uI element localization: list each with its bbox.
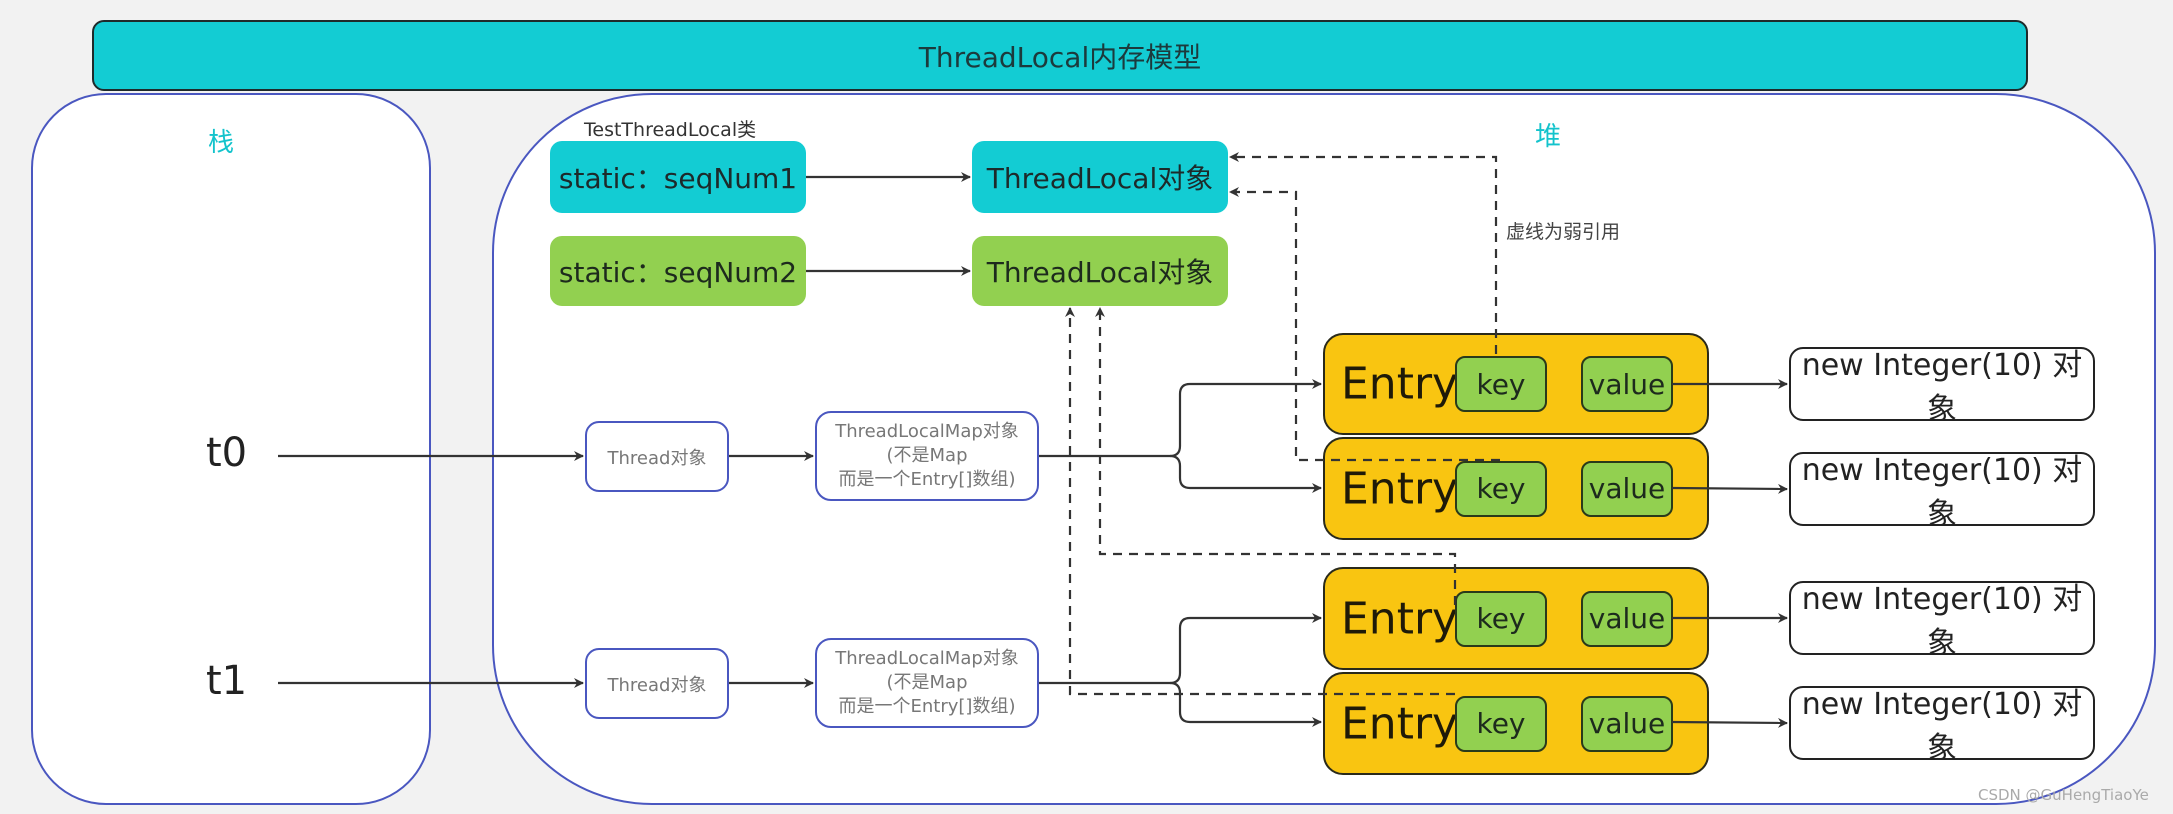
arrow-value1-to-integer [1671,483,1788,494]
connector-layer [278,152,1788,728]
weak-ref-entry3-key [1065,307,1455,696]
weak-ref-entry1-key [1229,187,1500,462]
watermark: CSDN @GuHengTiaoYe [1978,786,2149,804]
arrow-map1-to-entry3 [1169,681,1322,727]
arrow-map0-to-entry0 [1039,379,1322,458]
arrow-value3-to-integer [1671,717,1788,728]
weak-ref-entry0-key [1229,152,1498,354]
arrow-map0-to-entry1 [1169,454,1322,493]
arrow-map1-to-entry2 [1039,613,1322,685]
